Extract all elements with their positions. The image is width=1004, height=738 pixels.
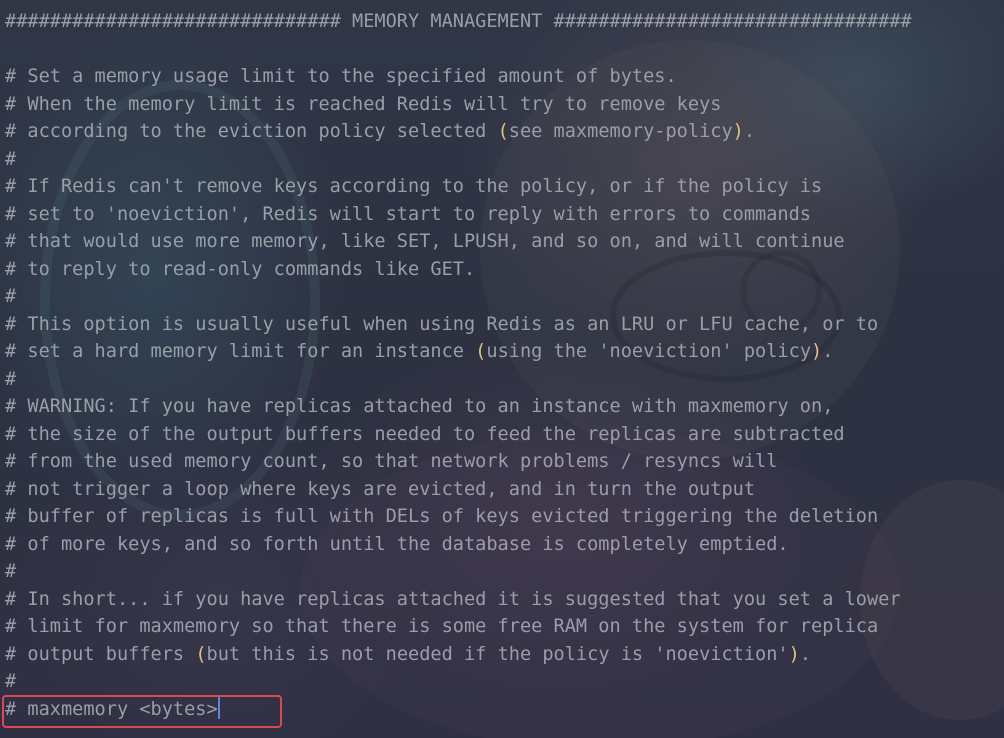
comment-line: # When the memory limit is reached Redis… <box>5 94 722 115</box>
comment-line: # <box>5 671 17 692</box>
comment-text: . <box>799 644 812 665</box>
comment-line: # set a hard memory limit for an instanc… <box>5 338 833 366</box>
comment-line: # <box>5 286 17 307</box>
paren-close: ) <box>811 341 823 362</box>
comment-line: # that would use more memory, like SET, … <box>5 231 845 252</box>
comment-line: # not trigger a loop where keys are evic… <box>5 479 756 500</box>
section-header: ############################## MEMORY MA… <box>5 11 912 32</box>
comment-text: # output buffers <box>5 644 196 665</box>
paren-open: ( <box>475 341 487 362</box>
comment-line: # <box>5 149 17 170</box>
comment-text: . <box>743 121 756 142</box>
comment-text: see maxmemory-policy <box>508 121 733 142</box>
comment-line: # according to the eviction policy selec… <box>5 118 755 146</box>
comment-line: # This option is usually useful when usi… <box>5 314 879 335</box>
comment-line: # limit for maxmemory so that there is s… <box>5 616 879 637</box>
paren-open: ( <box>195 644 207 665</box>
comment-line: # If Redis can't remove keys according t… <box>5 176 823 197</box>
comment-line: # Set a memory usage limit to the specif… <box>5 66 677 87</box>
comment-text: but this is not needed if the policy is … <box>206 644 789 665</box>
comment-line: # set to 'noeviction', Redis will start … <box>5 204 811 225</box>
comment-line: # from the used memory count, so that ne… <box>5 451 778 472</box>
comment-line: # In short... if you have replicas attac… <box>5 589 901 610</box>
comment-text: . <box>822 341 834 362</box>
comment-line: # <box>5 561 17 582</box>
comment-line: # output buffers (but this is not needed… <box>5 641 811 669</box>
terminal-editor[interactable]: ############################## MEMORY MA… <box>0 0 1004 738</box>
paren-close: ) <box>732 121 744 142</box>
comment-line: # to reply to read-only commands like GE… <box>5 259 476 280</box>
comment-line: # <box>5 369 17 390</box>
comment-line: # WARNING: If you have replicas attached… <box>5 396 834 417</box>
highlight-box <box>2 695 282 728</box>
comment-text: # according to the eviction policy selec… <box>5 121 498 142</box>
paren-open: ( <box>497 121 509 142</box>
comment-line: # the size of the output buffers needed … <box>5 424 845 445</box>
paren-close: ) <box>788 644 800 665</box>
comment-line: # buffer of replicas is full with DELs o… <box>5 506 879 527</box>
comment-line: # of more keys, and so forth until the d… <box>5 534 789 555</box>
comment-text: # set a hard memory limit for an instanc… <box>5 341 476 362</box>
comment-text: using the 'noeviction' policy <box>486 341 812 362</box>
